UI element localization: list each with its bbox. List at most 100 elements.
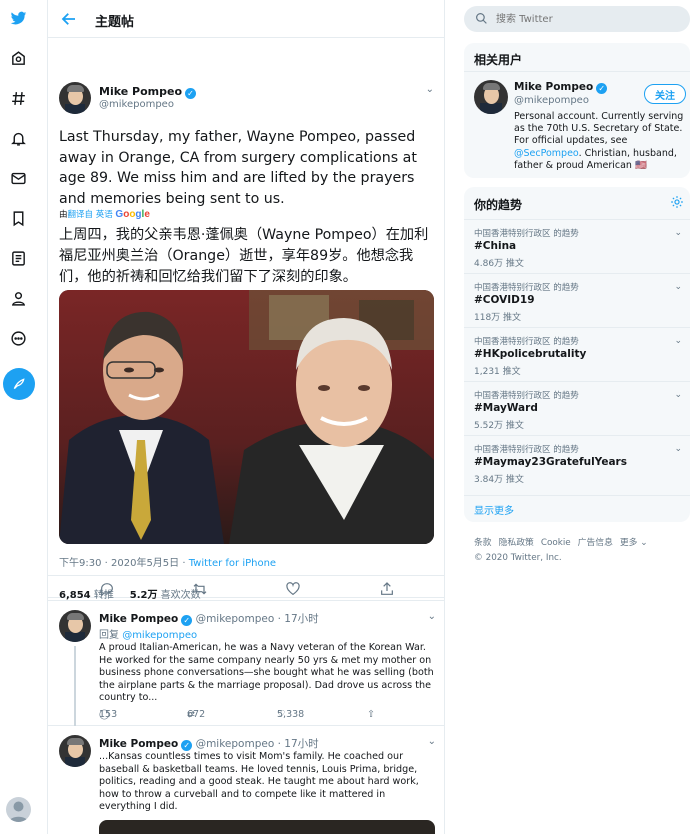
tweet-source-link[interactable]: Twitter for iPhone <box>189 558 276 569</box>
tweet-action-bar <box>48 575 444 601</box>
back-arrow-icon[interactable] <box>60 10 78 28</box>
google-logo: Google <box>115 209 150 220</box>
lists-icon[interactable] <box>7 247 29 269</box>
chevron-down-icon[interactable]: ⌄ <box>674 336 682 346</box>
footer-link-more[interactable]: 更多 ⌄ <box>620 538 648 548</box>
footer: 条款 隐私政策 Cookie 广告信息 更多 ⌄ © 2020 Twitter, Inc… <box>474 536 690 566</box>
tweet-photo[interactable] <box>59 290 434 544</box>
chevron-down-icon[interactable]: ⌄ <box>674 390 682 400</box>
like-heart-icon[interactable] <box>285 581 301 597</box>
trend-item[interactable]: 中国香港特别行政区 的趋势 #HKpolicebrutality 1,231 推… <box>464 327 690 381</box>
notifications-bell-icon[interactable] <box>7 127 29 149</box>
trend-count: 1,231 推文 <box>474 367 521 377</box>
footer-link-cookie[interactable]: Cookie <box>541 538 571 548</box>
messages-envelope-icon[interactable] <box>7 167 29 189</box>
chevron-down-icon[interactable]: ⌄ <box>426 84 434 95</box>
author-handle[interactable]: @mikepompeo <box>196 613 275 625</box>
reply-media[interactable] <box>99 820 435 834</box>
share-icon[interactable]: ⇧ <box>367 709 375 720</box>
trend-context: 中国香港特别行政区 的趋势 <box>474 283 579 293</box>
compose-tweet-button[interactable] <box>3 368 35 400</box>
related-user-handle[interactable]: @mikepompeo <box>514 95 589 106</box>
gear-icon[interactable] <box>670 195 684 209</box>
main-tweet: Mike Pompeo ✓ @mikepompeo ⌄ Last Thursday… <box>48 38 444 601</box>
bookmarks-icon[interactable] <box>7 207 29 229</box>
bio-text-1: Personal account. Currently serving as t… <box>514 111 684 147</box>
trend-hashtag[interactable]: #MayWard <box>474 402 538 414</box>
search-icon <box>476 13 487 24</box>
follow-button[interactable]: 关注 <box>644 84 686 104</box>
twitter-logo-icon[interactable] <box>7 7 29 29</box>
translate-prefix: 由 <box>59 210 68 220</box>
page-header: 主题帖 <box>48 0 444 38</box>
trend-count: 118万 推文 <box>474 313 522 323</box>
timestamp-text: 下午9:30 · 2020年5月5日 · <box>59 558 189 569</box>
trend-count: 3.84万 推文 <box>474 475 524 485</box>
thread-line <box>74 646 76 726</box>
trend-count: 5.52万 推文 <box>474 421 524 431</box>
avatar[interactable] <box>59 82 91 114</box>
retweet-icon[interactable] <box>192 581 208 597</box>
account-avatar[interactable] <box>6 797 31 822</box>
avatar[interactable] <box>59 610 91 642</box>
trend-item[interactable]: 中国香港特别行政区 的趋势 #COVID19 118万 推文 ⌄ <box>464 273 690 327</box>
trend-hashtag[interactable]: #China <box>474 240 516 252</box>
translated-text: 上周四，我的父亲韦恩·蓬佩奥（Wayne Pompeo）在加利福尼亚州奥兰治（O… <box>59 227 429 285</box>
translation-attribution: 由翻译自 英语 Google <box>59 208 150 220</box>
reply-tweet[interactable]: Mike Pompeo ✓ @mikepompeo · 17小时 ⌄ ...Kan… <box>48 727 444 834</box>
chevron-down-icon[interactable]: ⌄ <box>674 282 682 292</box>
author-name[interactable]: Mike Pompeo <box>99 85 182 98</box>
footer-link-terms[interactable]: 条款 <box>474 538 492 548</box>
main-column: 主题帖 Mike Pompeo ✓ @mikepompeo ⌄ Last Thur… <box>47 0 445 834</box>
reply-icon[interactable] <box>99 581 115 597</box>
bio-mention-link[interactable]: @SecPompeo <box>514 148 579 159</box>
trend-count: 4.86万 推文 <box>474 259 524 269</box>
search-input[interactable] <box>496 11 676 27</box>
footer-link-ads[interactable]: 广告信息 <box>578 538 613 548</box>
trend-hashtag[interactable]: #COVID19 <box>474 294 535 306</box>
replying-to: 回复 @mikepompeo <box>99 626 197 641</box>
footer-link-privacy[interactable]: 隐私政策 <box>499 538 534 548</box>
chevron-down-icon[interactable]: ⌄ <box>428 611 436 622</box>
chevron-down-icon[interactable]: ⌄ <box>428 736 436 747</box>
trend-hashtag[interactable]: #HKpolicebrutality <box>474 348 586 360</box>
trend-context: 中国香港特别行政区 的趋势 <box>474 337 579 347</box>
author-name[interactable]: Mike Pompeo <box>99 738 178 750</box>
reply-time[interactable]: · 17小时 <box>278 613 319 625</box>
trend-context: 中国香港特别行政区 的趋势 <box>474 445 579 455</box>
author-handle[interactable]: @mikepompeo <box>99 99 174 110</box>
avatar[interactable] <box>59 735 91 767</box>
share-icon[interactable] <box>379 581 395 597</box>
related-users-panel: 相关用户 Mike Pompeo ✓ @mikepompeo 关注 Persona… <box>464 43 690 178</box>
home-icon[interactable] <box>7 47 29 69</box>
verified-badge-icon: ✓ <box>185 88 196 99</box>
trend-hashtag[interactable]: #Maymay23GratefulYears <box>474 456 627 468</box>
more-icon[interactable] <box>7 327 29 349</box>
related-user-name[interactable]: Mike Pompeo <box>514 81 593 93</box>
trend-item[interactable]: 中国香港特别行政区 的趋势 #MayWard 5.52万 推文 ⌄ <box>464 381 690 435</box>
show-more-link[interactable]: 显示更多 <box>464 495 690 522</box>
chevron-down-icon[interactable]: ⌄ <box>674 228 682 238</box>
trend-item[interactable]: 中国香港特别行政区 的趋势 #Maymay23GratefulYears 3.8… <box>464 435 690 489</box>
verified-badge-icon: ✓ <box>181 740 193 751</box>
show-more-label[interactable]: 显示更多 <box>474 502 514 517</box>
author-handle[interactable]: @mikepompeo <box>196 738 275 750</box>
avatar[interactable] <box>474 80 508 114</box>
translate-link[interactable]: 翻译自 英语 <box>68 210 113 220</box>
reply-text: A proud Italian-American, he was a Navy … <box>99 642 434 704</box>
replying-to-handle[interactable]: @mikepompeo <box>122 630 197 641</box>
search-bar[interactable] <box>464 6 690 32</box>
trend-item[interactable]: 中国香港特别行政区 的趋势 #China 4.86万 推文 ⌄ <box>464 219 690 273</box>
copyright: © 2020 Twitter, Inc. <box>474 553 562 563</box>
retweet-count: 672 <box>187 709 206 720</box>
chevron-down-icon[interactable]: ⌄ <box>674 444 682 454</box>
left-nav <box>0 0 40 834</box>
reply-tweet[interactable]: Mike Pompeo ✓ @mikepompeo · 17小时 ⌄ 回复 @mi… <box>48 602 444 726</box>
author-name[interactable]: Mike Pompeo <box>99 613 178 625</box>
reply-time[interactable]: · 17小时 <box>278 738 319 750</box>
trend-context: 中国香港特别行政区 的趋势 <box>474 391 579 401</box>
trends-panel: 你的趋势 中国香港特别行政区 的趋势 #China 4.86万 推文 ⌄ 中国香… <box>464 187 690 522</box>
related-user-bio: Personal account. Currently serving as t… <box>514 111 686 172</box>
explore-hash-icon[interactable] <box>7 87 29 109</box>
profile-icon[interactable] <box>7 287 29 309</box>
